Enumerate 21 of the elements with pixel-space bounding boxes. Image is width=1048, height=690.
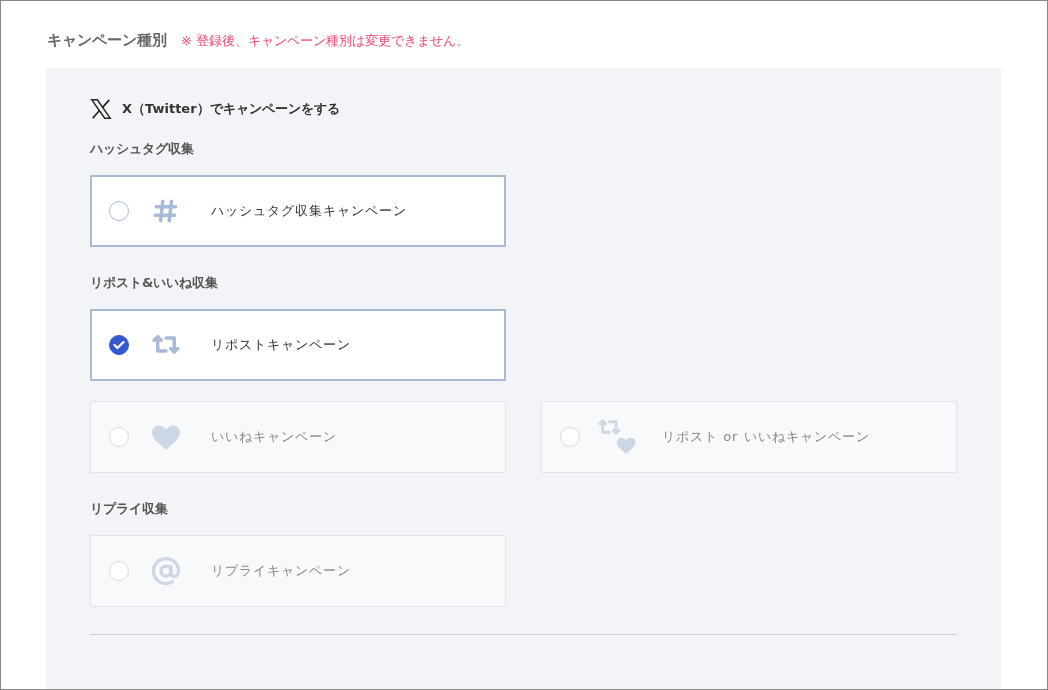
hashtag-icon — [153, 198, 179, 224]
repost-heart-icon — [597, 417, 637, 457]
platform-title: X（Twitter）でキャンペーンをする — [122, 100, 340, 118]
heart-icon — [150, 423, 182, 451]
group-label: ハッシュタグ収集 — [90, 140, 195, 158]
option-label: リポスト or いいねキャンペーン — [662, 428, 870, 446]
notice-text: ※ 登録後、キャンペーン種別は変更できません。 — [181, 32, 470, 50]
check-icon — [113, 340, 125, 350]
at-sign-icon — [151, 556, 181, 586]
radio-button[interactable] — [109, 335, 129, 355]
x-logo-icon — [90, 98, 112, 120]
group-label: リプライ収集 — [90, 500, 169, 518]
section-label: キャンペーン種別 — [47, 31, 167, 50]
campaign-option[interactable]: ハッシュタグ収集キャンペーン — [90, 175, 506, 247]
option-label: いいねキャンペーン — [211, 428, 337, 446]
radio-button[interactable] — [109, 201, 129, 221]
campaign-option[interactable]: リポストキャンペーン — [90, 309, 506, 381]
option-label: ハッシュタグ収集キャンペーン — [211, 202, 407, 220]
group-label: リポスト&いいね収集 — [90, 274, 220, 292]
option-label: リプライキャンペーン — [211, 562, 351, 580]
option-label: リポストキャンペーン — [211, 336, 351, 354]
